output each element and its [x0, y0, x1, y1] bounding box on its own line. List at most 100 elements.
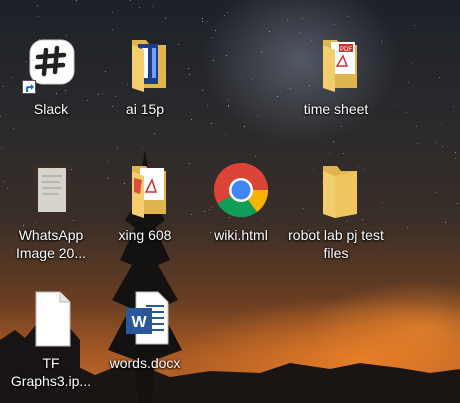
folder-icon: PDF [307, 36, 365, 94]
blank-file-icon [22, 290, 80, 348]
desktop-icon-tf-graphs3[interactable]: TF Graphs3.ip... [10, 290, 92, 390]
star [382, 202, 383, 203]
star [13, 128, 14, 129]
star [191, 119, 192, 120]
star [255, 156, 256, 157]
star [408, 82, 409, 83]
star [277, 96, 278, 97]
star [139, 7, 140, 8]
star [341, 126, 342, 127]
star [228, 100, 229, 101]
star [302, 18, 303, 19]
star [211, 123, 212, 124]
image-file-icon [22, 162, 80, 220]
star [348, 16, 349, 17]
star [152, 6, 153, 7]
star [98, 94, 99, 95]
icon-label: robot lab pj test files [288, 227, 384, 261]
star [261, 51, 262, 52]
star [333, 141, 334, 142]
star [416, 126, 417, 127]
star [112, 29, 113, 30]
desktop-icon-words-docx[interactable]: W words.docx [104, 290, 186, 372]
star [213, 60, 214, 61]
star [381, 42, 382, 43]
star [224, 15, 225, 16]
star [37, 5, 38, 6]
star [269, 31, 270, 32]
star [228, 106, 229, 107]
star [280, 92, 281, 93]
desktop-icon-slack[interactable]: Slack [10, 36, 92, 118]
star [117, 147, 118, 148]
desktop-icon-wiki-html[interactable]: wiki.html [200, 162, 282, 244]
star [417, 143, 418, 144]
star [406, 112, 407, 113]
desktop-icon-xing-608[interactable]: xing 608 [104, 162, 186, 244]
star [227, 12, 228, 13]
star [300, 32, 301, 33]
star [257, 116, 258, 117]
star [112, 12, 113, 13]
star [334, 24, 335, 25]
star [455, 152, 456, 153]
desktop-icon-time-sheet[interactable]: PDF time sheet [295, 36, 377, 118]
star [102, 93, 103, 94]
icon-label: words.docx [109, 355, 181, 371]
star [3, 86, 4, 87]
star [76, 0, 77, 1]
star [207, 105, 208, 106]
star [202, 18, 203, 19]
star [244, 126, 245, 127]
desktop-icon-whatsapp-image[interactable]: WhatsApp Image 20... [10, 162, 92, 262]
star [165, 18, 166, 19]
star [397, 105, 398, 106]
star [282, 129, 283, 130]
desktop-icon-ai-15p[interactable]: ai 15p [104, 36, 186, 118]
star [189, 74, 190, 75]
star [455, 158, 456, 159]
star [3, 181, 4, 182]
icon-label: TF Graphs3.ip... [10, 355, 92, 389]
star [226, 55, 227, 56]
star [442, 146, 443, 147]
icon-label: wiki.html [214, 227, 268, 243]
star [412, 63, 413, 64]
desktop-icon-robot-lab-pj-test-files[interactable]: robot lab pj test files [288, 162, 384, 262]
star [287, 20, 288, 21]
slack-icon [22, 36, 80, 94]
star [436, 142, 437, 143]
star [251, 79, 252, 80]
folder-icon [116, 36, 174, 94]
icon-label: time sheet [303, 101, 369, 117]
star [441, 123, 442, 124]
star [142, 147, 143, 148]
star [382, 40, 383, 41]
star [202, 21, 203, 22]
star [7, 188, 8, 189]
folder-icon [116, 162, 174, 220]
star [439, 77, 440, 78]
star [38, 16, 39, 17]
star [130, 0, 131, 1]
star [1, 148, 2, 149]
star [445, 222, 446, 223]
word-doc-icon: W [116, 290, 174, 348]
icon-label: Slack [33, 101, 69, 117]
star [414, 25, 415, 26]
icon-label: ai 15p [125, 101, 165, 117]
chrome-icon [212, 162, 270, 220]
star [215, 30, 216, 31]
shortcut-arrow-icon [22, 80, 36, 94]
star [212, 37, 213, 38]
star [453, 106, 454, 107]
star [191, 214, 192, 215]
icon-label: WhatsApp Image 20... [15, 227, 87, 261]
svg-text:PDF: PDF [340, 47, 352, 53]
star [329, 153, 330, 154]
icon-label: xing 608 [118, 227, 172, 243]
star [457, 203, 458, 204]
star [242, 75, 243, 76]
star [290, 88, 291, 89]
star [407, 227, 408, 228]
